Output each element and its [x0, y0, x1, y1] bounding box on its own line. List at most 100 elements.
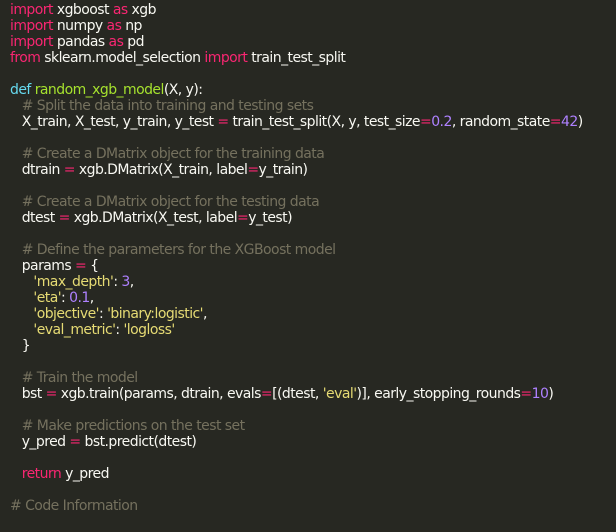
code-token-pl: dtrain [10, 162, 64, 178]
code-line: # Code Information [10, 498, 616, 514]
code-line: # Split the data into training and testi… [10, 98, 616, 114]
code-token-pl: xgb [127, 2, 157, 18]
code-token-pl: pandas [52, 34, 109, 50]
code-token-pl: xgb.train(params, dtrain, evals [56, 386, 262, 402]
code-token-kw: as [108, 34, 124, 50]
code-token-num: 0.1 [69, 290, 90, 306]
code-token-pl: , [129, 274, 134, 290]
code-line: bst = xgb.train(params, dtrain, evals=[(… [10, 386, 616, 402]
code-line: # Train the model [10, 370, 616, 386]
code-line: def random_xgb_model(X, y): [10, 82, 616, 98]
code-token-pl: X_train, X_test, y_train, y_test [10, 114, 218, 130]
code-token-kw: import [10, 2, 53, 18]
code-line: # Create a DMatrix object for the traini… [10, 146, 616, 162]
code-line: } [10, 338, 616, 354]
code-line: X_train, X_test, y_train, y_test = train… [10, 114, 616, 130]
code-token-op: = [45, 386, 58, 402]
code-token-pl: ) [577, 114, 583, 130]
code-token-num: 42 [560, 114, 578, 130]
code-token-kw: import [10, 18, 53, 34]
code-token-op: = [549, 114, 562, 130]
code-token-op: = [237, 210, 249, 226]
code-token-kw: return [21, 466, 62, 482]
code-token-kw: import [10, 34, 53, 50]
code-token-fn: random_xgb_model [34, 82, 165, 98]
code-token-kw: import [204, 50, 248, 66]
code-line: import pandas as pd [10, 34, 616, 50]
code-line: import numpy as np [10, 18, 616, 34]
code-token-cm: # Split the data into training and testi… [21, 98, 314, 114]
code-token-pl: , [89, 290, 94, 306]
code-token-str: 'eval_metric' [33, 322, 116, 338]
code-token-pl: y_pred [61, 466, 109, 482]
code-line: from sklearn.model_selection import trai… [10, 50, 616, 66]
code-token-op: = [520, 386, 532, 402]
code-token-pl: dtest [10, 210, 59, 226]
code-line: return y_pred [10, 466, 616, 482]
code-token-pl: y_pred [10, 434, 70, 450]
code-line: # Define the parameters for the XGBoost … [10, 242, 616, 258]
code-token-op: = [247, 162, 259, 178]
code-token-def: def [10, 82, 31, 98]
code-line: 'max_depth': 3, [10, 274, 616, 290]
code-token-pl: bst.predict(dtest) [80, 434, 197, 450]
code-token-pl: xgb.DMatrix(X_train, label [74, 162, 248, 178]
code-token-cm: # Train the model [21, 370, 138, 386]
code-token-str: 'objective' [33, 306, 99, 322]
code-token-num: 10 [531, 386, 549, 402]
code-token-num: 0.2 [431, 114, 452, 130]
code-token-cm: # Create a DMatrix object for the traini… [21, 146, 325, 162]
code-token-op: = [260, 386, 273, 402]
code-token-pl: bst [10, 386, 46, 402]
code-token-kw: from [10, 50, 41, 66]
code-token-str: 'eta' [33, 290, 62, 306]
code-token-pl: } [10, 338, 31, 354]
code-editor[interactable]: import xgboost as xgb import numpy as np i… [0, 0, 616, 532]
code-token-pl: y_test) [248, 210, 293, 226]
code-token-pl: (X, y): [163, 82, 203, 98]
code-line: import xgboost as xgb [10, 2, 616, 18]
code-token-op: = [58, 210, 71, 226]
code-token-pl: : [61, 290, 70, 306]
code-line: dtest = xgb.DMatrix(X_test, label=y_test… [10, 210, 616, 226]
code-token-cm: # Define the parameters for the XGBoost … [21, 242, 336, 258]
code-token-pl: xgboost [52, 2, 113, 18]
code-token-pl: np [121, 18, 142, 34]
code-token-pl: params [10, 258, 76, 274]
code-token-str: 'max_depth' [33, 274, 114, 290]
code-line: 'objective': 'binary:logistic', [10, 306, 616, 322]
code-token-str: 'binary:logistic' [107, 306, 203, 322]
code-line: 'eta': 0.1, [10, 290, 616, 306]
code-token-op: = [63, 162, 76, 178]
code-token-pl: xgb.DMatrix(X_test, label [69, 210, 238, 226]
code-line: y_pred = bst.predict(dtest) [10, 434, 616, 450]
code-token-op: = [69, 434, 81, 450]
code-line: # Create a DMatrix object for the testin… [10, 194, 616, 210]
code-token-cm: # Code Information [10, 498, 138, 514]
code-token-pl: , [202, 306, 207, 322]
code-token-kw: as [106, 18, 122, 34]
code-token-pl: : [98, 306, 108, 322]
code-token-pl: , random_state [451, 114, 551, 130]
code-line: 'eval_metric': 'logloss' [10, 322, 616, 338]
code-token-pl: )], early_stopping_rounds [356, 386, 521, 402]
code-token-pl: train_test_split [247, 50, 346, 66]
code-token-pl: sklearn.model_selection [40, 50, 205, 66]
code-token-cm: # Create a DMatrix object for the testin… [21, 194, 320, 210]
code-token-pl: train_test_split(X, y, test_size [228, 114, 420, 130]
